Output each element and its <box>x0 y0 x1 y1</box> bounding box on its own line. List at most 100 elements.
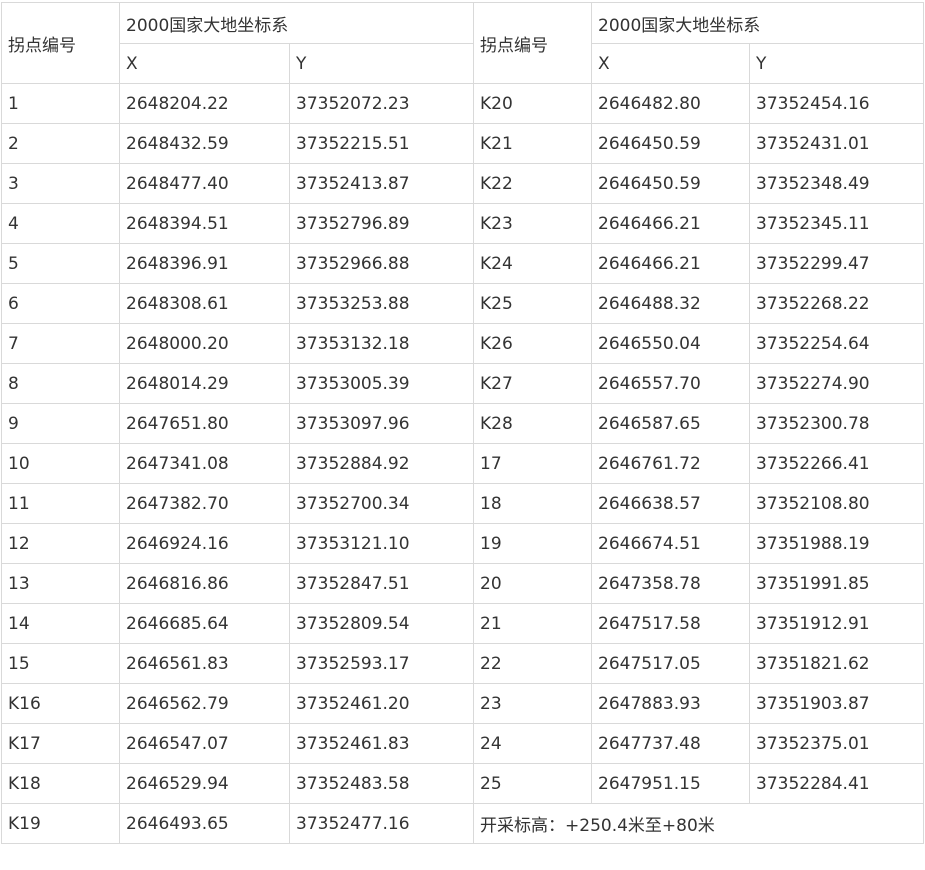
point-number-header: 拐点编号 <box>1 2 120 84</box>
point-id-cell: 18 <box>473 483 593 524</box>
y-coordinate-cell: 37352072.23 <box>288 83 475 124</box>
table-row: 5 2648396.91 37352966.88 K24 2646466.21 37352… <box>1 243 925 284</box>
y-coordinate-cell: 37353132.18 <box>288 323 475 364</box>
table-row: 1 2648204.22 37352072.23 K20 2646482.80 37352… <box>1 83 925 124</box>
table-body: 1 2648204.22 37352072.23 K20 2646482.80 37352… <box>1 83 925 844</box>
x-coordinate-cell: 2647951.15 <box>591 763 751 804</box>
x-coordinate-cell: 2647382.70 <box>119 483 290 524</box>
point-id-cell: 15 <box>1 643 120 684</box>
x-coordinate-cell: 2646587.65 <box>591 403 751 444</box>
point-id-cell: K20 <box>473 83 593 124</box>
point-id-cell: K26 <box>473 323 593 364</box>
table-row: 4 2648394.51 37352796.89 K23 2646466.21 37352… <box>1 203 925 244</box>
header-row-axes: X Y X Y <box>2 43 925 84</box>
point-id-cell: K16 <box>1 683 120 724</box>
point-id-cell: 23 <box>473 683 593 724</box>
y-coordinate-cell: 37351903.87 <box>749 683 925 724</box>
point-id-cell: 3 <box>1 163 120 204</box>
x-coordinate-cell: 2648432.59 <box>119 123 290 164</box>
y-column-header: Y <box>288 43 475 84</box>
y-coordinate-cell: 37352268.22 <box>749 283 925 324</box>
y-coordinate-cell: 37352274.90 <box>749 363 925 404</box>
x-coordinate-cell: 2646561.83 <box>119 643 290 684</box>
x-coordinate-cell: 2648000.20 <box>119 323 290 364</box>
table-row: 10 2647341.08 37352884.92 17 2646761.72 37352… <box>1 443 925 484</box>
x-coordinate-cell: 2648477.40 <box>119 163 290 204</box>
point-id-cell: 11 <box>1 483 120 524</box>
point-id-cell: K23 <box>473 203 593 244</box>
y-coordinate-cell: 37352348.49 <box>749 163 925 204</box>
y-coordinate-cell: 37352483.58 <box>288 763 475 804</box>
x-coordinate-cell: 2646488.32 <box>591 283 751 324</box>
x-coordinate-cell: 2646638.57 <box>591 483 751 524</box>
y-coordinate-cell: 37352700.34 <box>288 483 475 524</box>
x-coordinate-cell: 2647517.58 <box>591 603 751 644</box>
y-coordinate-cell: 37353121.10 <box>288 523 475 564</box>
point-id-cell: K28 <box>473 403 593 444</box>
table-row: K16 2646562.79 37352461.20 23 2647883.93 3735… <box>1 683 925 724</box>
y-coordinate-cell: 37353097.96 <box>288 403 475 444</box>
y-coordinate-cell: 37351991.85 <box>749 563 925 604</box>
point-id-cell: 12 <box>1 523 120 564</box>
table-row: K19 2646493.65 37352477.16 开采标高：+250.4米至+80… <box>1 803 925 844</box>
y-column-header: Y <box>749 43 925 84</box>
point-id-cell: 10 <box>1 443 120 484</box>
y-coordinate-cell: 37352345.11 <box>749 203 925 244</box>
point-id-cell: 2 <box>1 123 120 164</box>
point-id-cell: 4 <box>1 203 120 244</box>
x-coordinate-cell: 2646493.65 <box>119 803 290 844</box>
table-row: 15 2646561.83 37352593.17 22 2647517.05 37351… <box>1 643 925 684</box>
x-coordinate-cell: 2648394.51 <box>119 203 290 244</box>
point-id-cell: 17 <box>473 443 593 484</box>
y-coordinate-cell: 37352108.80 <box>749 483 925 524</box>
y-coordinate-cell: 37352254.64 <box>749 323 925 364</box>
y-coordinate-cell: 37352477.16 <box>288 803 475 844</box>
coordinate-system-header: 2000国家大地坐标系 <box>118 2 475 44</box>
table-row: K18 2646529.94 37352483.58 25 2647951.15 3735… <box>1 763 925 804</box>
y-coordinate-cell: 37352796.89 <box>288 203 475 244</box>
x-column-header: X <box>591 43 751 84</box>
x-coordinate-cell: 2646550.04 <box>591 323 751 364</box>
y-coordinate-cell: 37353005.39 <box>288 363 475 404</box>
point-id-cell: K24 <box>473 243 593 284</box>
y-coordinate-cell: 37353253.88 <box>288 283 475 324</box>
mining-elevation-note: 开采标高：+250.4米至+80米 <box>473 803 925 844</box>
x-coordinate-cell: 2648204.22 <box>119 83 290 124</box>
y-coordinate-cell: 37352593.17 <box>288 643 475 684</box>
y-coordinate-cell: 37351988.19 <box>749 523 925 564</box>
table-row: 11 2647382.70 37352700.34 18 2646638.57 37352… <box>1 483 925 524</box>
x-coordinate-cell: 2646450.59 <box>591 163 751 204</box>
table-row: 14 2646685.64 37352809.54 21 2647517.58 37351… <box>1 603 925 644</box>
coordinate-table: 拐点编号 2000国家大地坐标系 拐点编号 2000国家大地坐标系 X Y X … <box>1 2 925 844</box>
table-row: 13 2646816.86 37352847.51 20 2647358.78 37351… <box>1 563 925 604</box>
x-coordinate-cell: 2646450.59 <box>591 123 751 164</box>
x-coordinate-cell: 2646562.79 <box>119 683 290 724</box>
table-row: K17 2646547.07 37352461.83 24 2647737.48 3735… <box>1 723 925 764</box>
x-coordinate-cell: 2647358.78 <box>591 563 751 604</box>
point-id-cell: 8 <box>1 363 120 404</box>
point-id-cell: 22 <box>473 643 593 684</box>
y-coordinate-cell: 37351912.91 <box>749 603 925 644</box>
y-coordinate-cell: 37352284.41 <box>749 763 925 804</box>
y-coordinate-cell: 37352847.51 <box>288 563 475 604</box>
point-id-cell: 24 <box>473 723 593 764</box>
y-coordinate-cell: 37352809.54 <box>288 603 475 644</box>
table-row: 2 2648432.59 37352215.51 K21 2646450.59 37352… <box>1 123 925 164</box>
x-coordinate-cell: 2646924.16 <box>119 523 290 564</box>
point-id-cell: 13 <box>1 563 120 604</box>
y-coordinate-cell: 37352461.20 <box>288 683 475 724</box>
point-id-cell: K22 <box>473 163 593 204</box>
y-coordinate-cell: 37352454.16 <box>749 83 925 124</box>
y-coordinate-cell: 37352431.01 <box>749 123 925 164</box>
point-id-cell: 1 <box>1 83 120 124</box>
y-coordinate-cell: 37352266.41 <box>749 443 925 484</box>
y-coordinate-cell: 37352461.83 <box>288 723 475 764</box>
coordinate-system-header: 2000国家大地坐标系 <box>591 2 925 44</box>
point-id-cell: K25 <box>473 283 593 324</box>
point-id-cell: 5 <box>1 243 120 284</box>
x-coordinate-cell: 2647737.48 <box>591 723 751 764</box>
header-row-group: 拐点编号 2000国家大地坐标系 拐点编号 2000国家大地坐标系 <box>1 2 925 84</box>
y-coordinate-cell: 37352375.01 <box>749 723 925 764</box>
x-coordinate-cell: 2647341.08 <box>119 443 290 484</box>
table-row: 12 2646924.16 37353121.10 19 2646674.51 37351… <box>1 523 925 564</box>
